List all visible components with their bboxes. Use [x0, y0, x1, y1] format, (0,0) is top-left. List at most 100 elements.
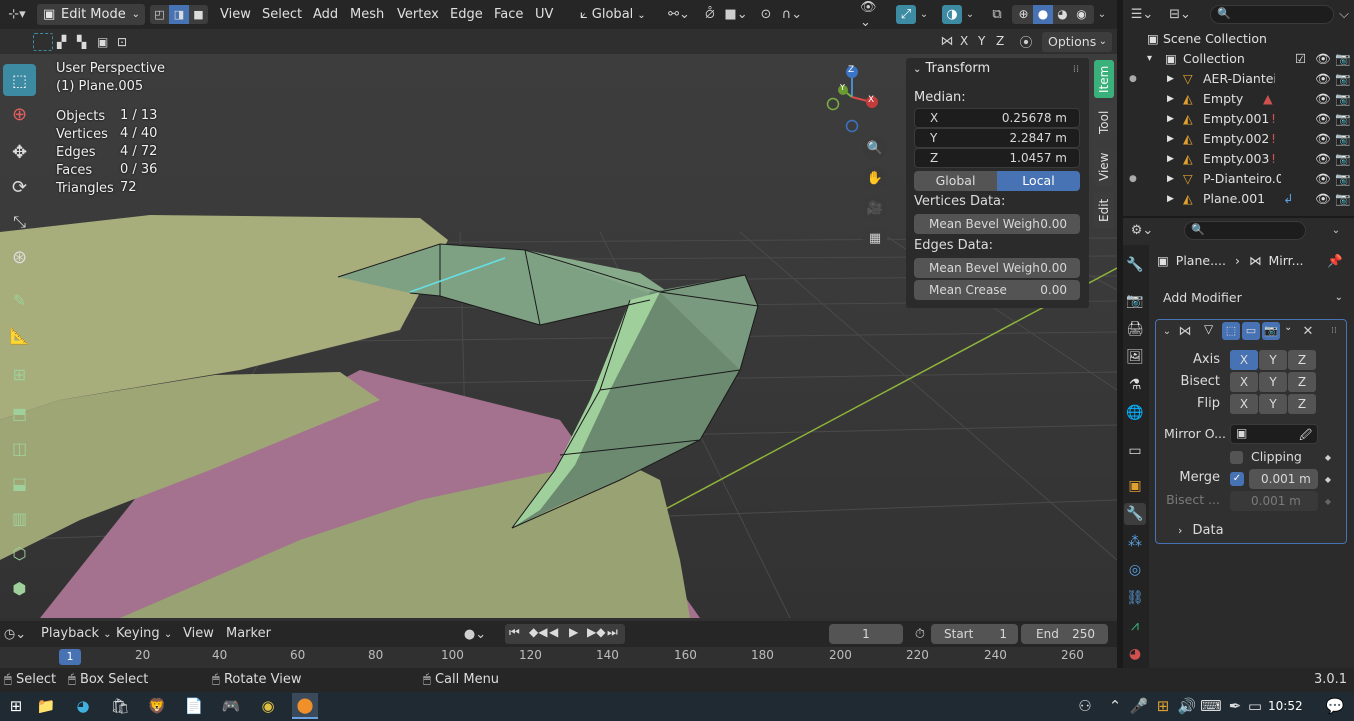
drag-handle-icon[interactable]: ⁞⁞	[1326, 322, 1342, 340]
chevron-down-icon[interactable]: ⌄	[1160, 322, 1174, 340]
bisect-z-toggle[interactable]: Z	[1288, 372, 1316, 392]
file-explorer-icon[interactable]: 📁	[33, 693, 59, 719]
proportional-edit-icon[interactable]: ⊙	[756, 4, 776, 25]
outliner-item[interactable]: ● ▶ ▽ P-Dianteiro.002 👁 📷	[1125, 169, 1354, 189]
rendered-shading-icon[interactable]: ◉	[1072, 5, 1091, 24]
constraints-properties-icon[interactable]: ⛓	[1124, 587, 1146, 609]
windows-start-icon[interactable]: ⊞	[3, 693, 29, 719]
play-icon[interactable]: ▶	[569, 625, 578, 639]
eye-icon[interactable]: 👁	[1315, 129, 1331, 149]
select-intersect-icon[interactable]: ⊡	[117, 33, 133, 51]
outliner-editor-icon[interactable]: ☰⌄	[1128, 4, 1156, 24]
pin-icon[interactable]: 📌	[1327, 253, 1343, 269]
mirror-x-toggle[interactable]: X	[960, 34, 968, 48]
axis-x-toggle[interactable]: X	[1230, 350, 1258, 370]
options-dropdown[interactable]: Options ⌄	[1042, 32, 1112, 52]
select-invert-icon[interactable]: ▣	[97, 33, 113, 51]
eye-icon[interactable]: 👁	[1315, 109, 1331, 129]
menu-keying[interactable]: Keying ⌄	[116, 626, 172, 641]
particles-properties-icon[interactable]: ⁂	[1124, 531, 1146, 553]
knife-tool-icon[interactable]: ⬡	[3, 537, 36, 569]
display-icon[interactable]: ▭	[1242, 693, 1268, 719]
chrome-browser-icon[interactable]: ◉	[255, 693, 281, 719]
menu-timeline-view[interactable]: View	[183, 626, 214, 641]
eye-icon[interactable]: 👁	[1315, 89, 1331, 109]
blender-app-icon[interactable]: ⬤	[292, 693, 318, 719]
tool-properties-icon[interactable]: 🔧	[1124, 254, 1146, 276]
bisect-x-toggle[interactable]: X	[1230, 372, 1258, 392]
timeline-scrubber[interactable]	[0, 647, 1117, 668]
pivot-icon[interactable]: ⚯⌄	[664, 4, 694, 25]
flip-z-toggle[interactable]: Z	[1288, 394, 1316, 414]
camera-icon[interactable]: 🎥	[863, 196, 887, 220]
flip-y-toggle[interactable]: Y	[1259, 394, 1287, 414]
drag-handle-icon[interactable]: ⁞⁞	[1068, 62, 1084, 76]
zoom-icon[interactable]: 🔍	[863, 136, 887, 160]
notepad-icon[interactable]: 📄	[181, 693, 207, 719]
tray-apps-icon[interactable]: ⊞	[1150, 693, 1176, 719]
select-new-icon[interactable]	[33, 33, 53, 51]
close-icon[interactable]: ✕	[1300, 322, 1316, 340]
outliner-collection[interactable]: ▾ ▣ Collection ☑ 👁 📷	[1125, 49, 1354, 69]
clock[interactable]: 10:52	[1268, 699, 1303, 713]
object-properties-icon[interactable]: ▣	[1124, 475, 1146, 497]
axis-z-toggle[interactable]: Z	[1288, 350, 1316, 370]
notifications-icon[interactable]: 💬	[1322, 693, 1348, 719]
cursor-tool-icon[interactable]: ⊕	[3, 98, 36, 130]
microphone-icon[interactable]: 🎤	[1126, 693, 1152, 719]
eye-icon[interactable]: 👁	[1315, 49, 1331, 69]
jump-start-icon[interactable]: ⏮	[509, 625, 520, 640]
outliner-scene-collection[interactable]: ▣ Scene Collection	[1125, 29, 1354, 49]
loop-cut-tool-icon[interactable]: ▥	[3, 502, 36, 534]
data-properties-icon[interactable]: ⩘	[1124, 615, 1146, 637]
mean-bevel-vertex-field[interactable]: Mean Bevel Weigh 0.00	[914, 214, 1080, 234]
camera-icon[interactable]: 📷	[1335, 69, 1351, 89]
collection-properties-icon[interactable]: ▭	[1124, 440, 1146, 462]
outliner-item[interactable]: ▶ ◭ Empty.003 ! 👁 📷	[1125, 149, 1354, 169]
outliner-search-input[interactable]: 🔍	[1210, 5, 1334, 24]
move-tool-icon[interactable]: ✥	[3, 136, 36, 168]
outliner-item[interactable]: ▶ ◭ Empty.001 ! 👁 📷	[1125, 109, 1354, 129]
bisect-y-toggle[interactable]: Y	[1259, 372, 1287, 392]
store-icon[interactable]: 🛍	[107, 693, 133, 719]
menu-select[interactable]: Select	[262, 0, 302, 29]
camera-icon[interactable]: 📷	[1335, 89, 1351, 109]
network-people-icon[interactable]: ⚇	[1072, 693, 1098, 719]
menu-view[interactable]: View	[220, 0, 251, 29]
transform-tool-icon[interactable]: ⊛	[3, 241, 36, 273]
output-properties-icon[interactable]: 🖨	[1124, 318, 1146, 340]
menu-add[interactable]: Add	[313, 0, 338, 29]
start-frame-field[interactable]: Start 1	[931, 624, 1018, 644]
discord-icon[interactable]: 🎮	[218, 693, 244, 719]
gizmo-toggle-icon[interactable]: ⤢	[896, 5, 916, 24]
volume-icon[interactable]: 🔊	[1174, 693, 1200, 719]
scale-tool-icon[interactable]: ⤡	[3, 206, 36, 238]
grid-perspective-icon[interactable]: ▦	[863, 226, 887, 250]
mean-bevel-edge-field[interactable]: Mean Bevel Weigh 0.00	[914, 258, 1080, 278]
merge-distance-field[interactable]: 0.001 m	[1249, 469, 1318, 489]
add-cube-tool-icon[interactable]: ⊞	[3, 358, 36, 390]
wireframe-shading-icon[interactable]: ⊕	[1014, 5, 1033, 24]
overlay-toggle-icon[interactable]: ◑	[942, 5, 962, 24]
bevel-tool-icon[interactable]: ⬓	[3, 467, 36, 499]
flip-x-toggle[interactable]: X	[1230, 394, 1258, 414]
eyedropper-icon[interactable]: 🖉	[1299, 426, 1312, 447]
end-frame-field[interactable]: End 250	[1021, 624, 1108, 644]
navigation-gizmo[interactable]: Z X Y	[820, 62, 884, 134]
vertex-select-icon[interactable]: ◰	[150, 5, 169, 24]
current-frame-field[interactable]: 1	[829, 624, 903, 644]
menu-mesh[interactable]: Mesh	[350, 0, 384, 29]
edge-browser-icon[interactable]: ◕	[70, 693, 96, 719]
jump-keyframe-forward-icon[interactable]: ▶◆	[587, 625, 605, 639]
tab-edit[interactable]: Edit	[1094, 192, 1114, 228]
space-local-button[interactable]: Local	[997, 171, 1080, 191]
annotate-tool-icon[interactable]: ✎	[3, 284, 36, 316]
add-modifier-dropdown[interactable]: Add Modifier ⌄	[1157, 287, 1347, 308]
on-cage-icon[interactable]: ▽	[1204, 322, 1213, 336]
menu-edge[interactable]: Edge	[450, 0, 483, 29]
world-properties-icon[interactable]: 🌐	[1124, 402, 1146, 424]
play-reverse-icon[interactable]: ◀	[549, 625, 558, 639]
chevron-down-icon[interactable]: ⌄	[918, 4, 930, 25]
snap-target-icon[interactable]: ■⌄	[722, 4, 750, 25]
filter-icon[interactable]: ⌵	[1336, 4, 1352, 24]
